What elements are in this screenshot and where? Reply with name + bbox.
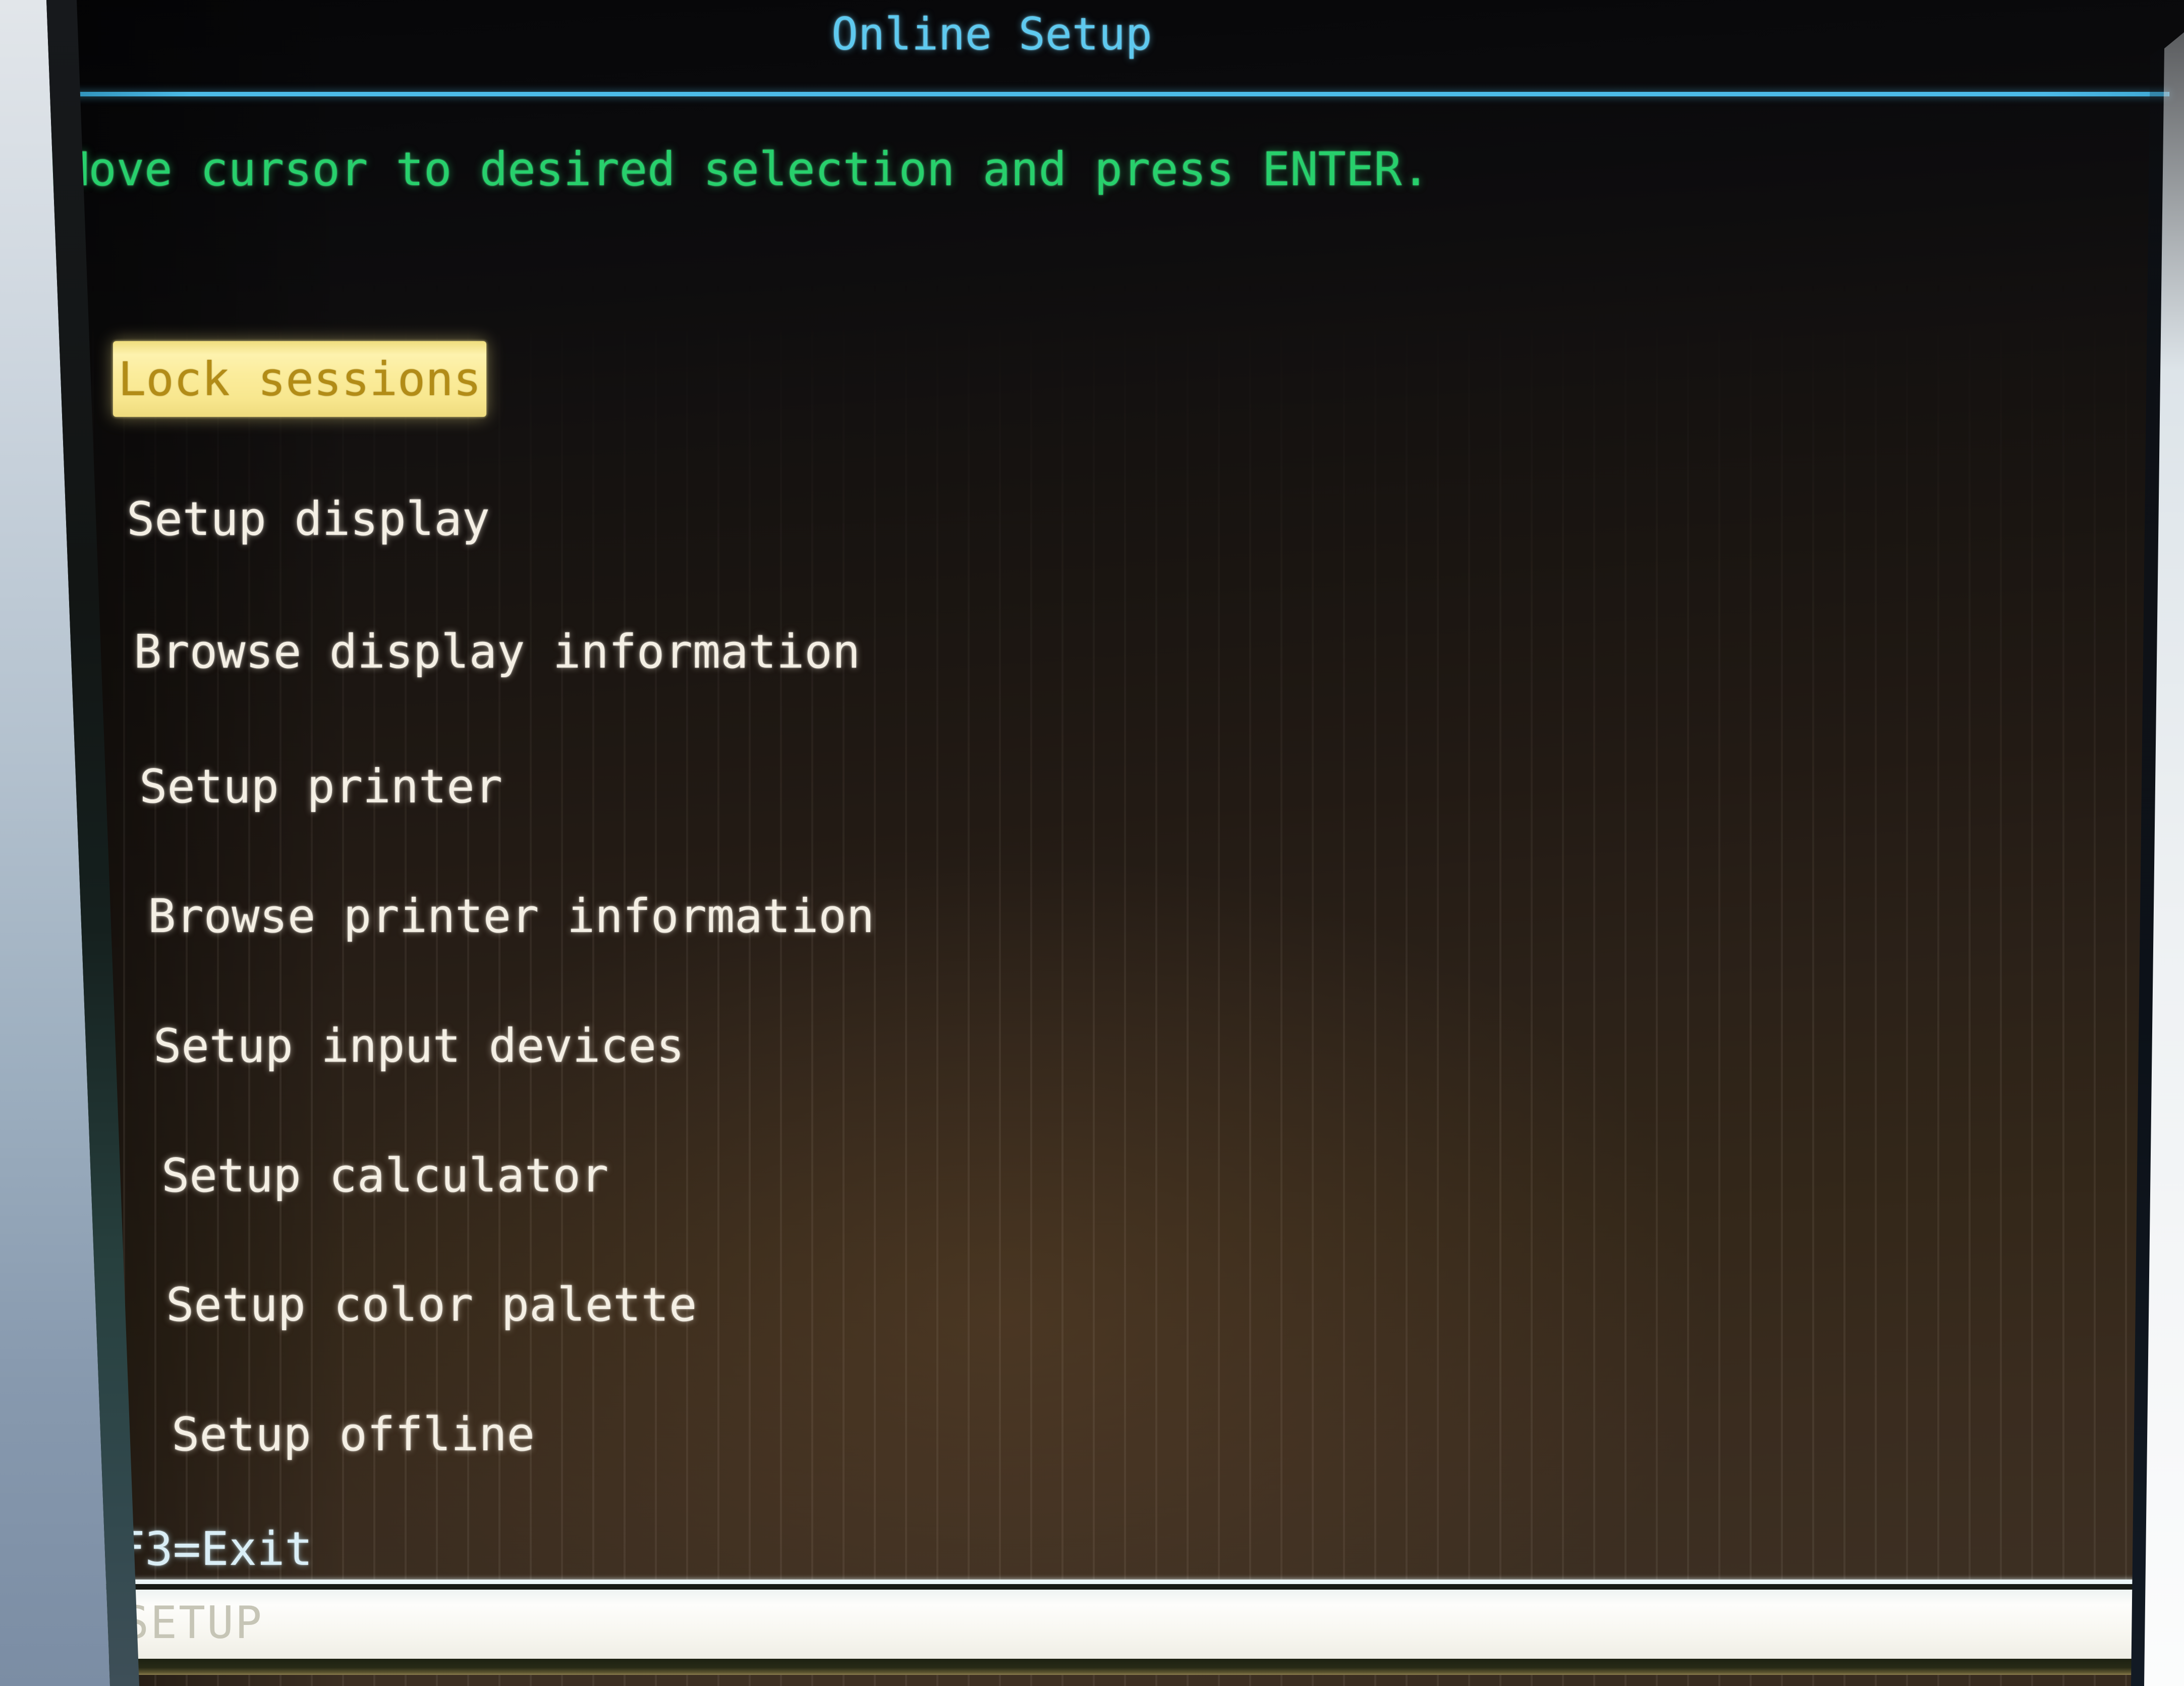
- instruction-text: Move cursor to desired selection and pre…: [61, 142, 1430, 196]
- status-text: SETUP: [122, 1597, 263, 1649]
- menu-item-setup-color-palette[interactable]: Setup color palette: [166, 1278, 697, 1332]
- oia-separator-gap: [76, 1584, 2184, 1590]
- menu-item-browse-printer-info[interactable]: Browse printer information: [148, 889, 874, 943]
- terminal-screen: Online Setup Move cursor to desired sele…: [0, 0, 2184, 1686]
- page-title: Online Setup: [831, 8, 1152, 60]
- monitor-photo: Online Setup Move cursor to desired sele…: [0, 0, 2184, 1686]
- menu-item-setup-calculator[interactable]: Setup calculator: [161, 1149, 608, 1203]
- menu-item-lock-sessions[interactable]: Lock sessions: [113, 341, 486, 417]
- status-bar: SETUP: [81, 1590, 2184, 1659]
- monitor-bezel-bottom: [0, 1673, 2184, 1686]
- menu-item-setup-input-devices[interactable]: Setup input devices: [153, 1019, 684, 1073]
- title-separator: [65, 92, 2169, 96]
- menu-item-browse-display-info[interactable]: Browse display information: [134, 625, 860, 679]
- f3-exit-key-hint: F3=Exit: [117, 1522, 313, 1576]
- menu-item-setup-display[interactable]: Setup display: [127, 492, 490, 546]
- screen-bottom-edge: [71, 1659, 2184, 1675]
- oia-separator-line: [76, 1580, 2184, 1584]
- selected-item-label: Lock sessions: [118, 352, 481, 406]
- menu-item-setup-printer[interactable]: Setup printer: [139, 759, 502, 813]
- menu-item-setup-offline[interactable]: Setup offline: [172, 1407, 535, 1461]
